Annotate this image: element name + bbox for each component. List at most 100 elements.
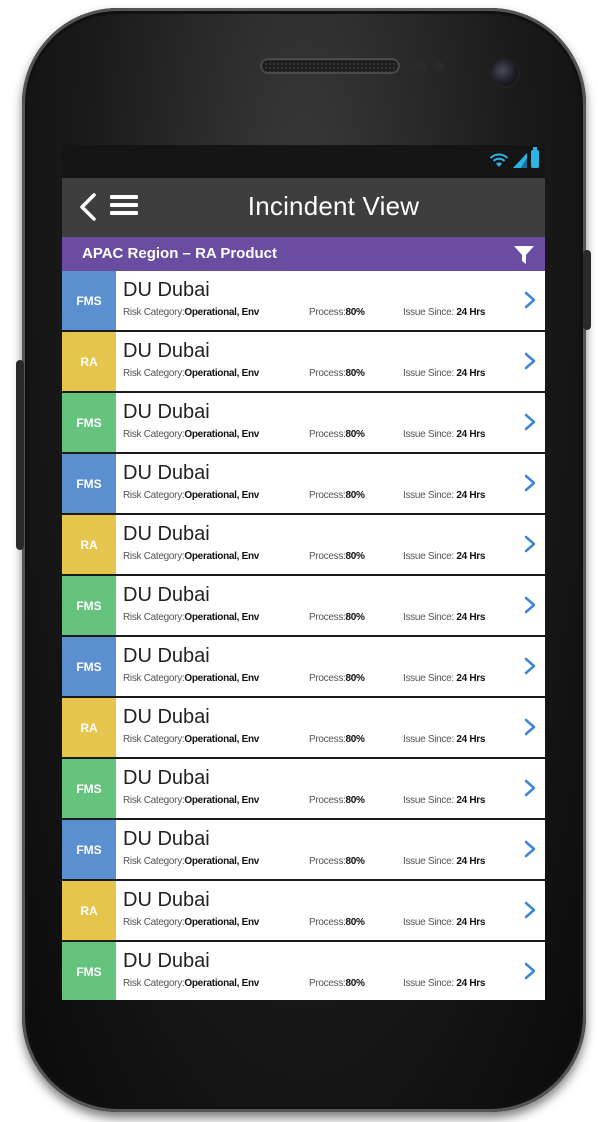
process: Process:80% [309,673,365,684]
category-badge: FMS [62,942,116,1000]
process-value: 80% [345,307,365,318]
filter-button[interactable] [513,245,535,265]
since-value: 24 Hrs [456,673,486,684]
issue-since: Issue Since: 24 Hrs [403,734,485,745]
incident-title: DU Dubai [123,279,210,301]
phone-screen: Incindent View APAC Region – RA Product … [62,145,545,1000]
risk-label: Risk Category: [123,856,185,867]
list-item[interactable]: FMS DU Dubai Risk Category:Operational, … [62,637,545,698]
list-item[interactable]: FMS DU Dubai Risk Category:Operational, … [62,454,545,515]
process-label: Process: [309,490,346,501]
process-value: 80% [345,795,365,806]
since-label: Issue Since: [403,917,454,928]
category-badge: RA [62,332,116,391]
process-label: Process: [309,856,346,867]
process: Process:80% [309,734,365,745]
since-value: 24 Hrs [456,429,486,440]
process: Process:80% [309,307,365,318]
process-label: Process: [309,368,346,379]
light-sensor [434,62,444,70]
risk-category: Risk Category:Operational, Env [123,490,259,501]
category-badge: FMS [62,759,116,818]
volume-button [16,360,24,550]
issue-since: Issue Since: 24 Hrs [403,917,485,928]
risk-value: Operational, Env [184,307,260,318]
risk-category: Risk Category:Operational, Env [123,856,259,867]
category-badge: RA [62,698,116,757]
category-badge: FMS [62,637,116,696]
category-badge: RA [62,881,116,940]
process: Process:80% [309,612,365,623]
list-item[interactable]: RA DU Dubai Risk Category:Operational, E… [62,332,545,393]
list-item[interactable]: FMS DU Dubai Risk Category:Operational, … [62,393,545,454]
list-item[interactable]: FMS DU Dubai Risk Category:Operational, … [62,576,545,637]
category-badge: FMS [62,271,116,330]
list-item[interactable]: FMS DU Dubai Risk Category:Operational, … [62,271,545,332]
incident-title: DU Dubai [123,462,210,484]
risk-label: Risk Category: [123,795,185,806]
process-value: 80% [345,734,365,745]
list-item[interactable]: RA DU Dubai Risk Category:Operational, E… [62,515,545,576]
since-label: Issue Since: [403,368,454,379]
risk-value: Operational, Env [184,551,260,562]
issue-since: Issue Since: 24 Hrs [403,856,485,867]
issue-since: Issue Since: 24 Hrs [403,978,485,989]
front-camera [492,60,518,86]
since-label: Issue Since: [403,856,454,867]
process-value: 80% [345,368,365,379]
issue-since: Issue Since: 24 Hrs [403,307,485,318]
list-item[interactable]: FMS DU Dubai Risk Category:Operational, … [62,942,545,1000]
risk-label: Risk Category: [123,368,185,379]
risk-category: Risk Category:Operational, Env [123,795,259,806]
since-value: 24 Hrs [456,978,486,989]
since-value: 24 Hrs [456,368,486,379]
since-label: Issue Since: [403,795,454,806]
category-badge: FMS [62,393,116,452]
risk-value: Operational, Env [184,734,260,745]
list-item[interactable]: FMS DU Dubai Risk Category:Operational, … [62,759,545,820]
cell-signal-icon [513,153,527,168]
since-value: 24 Hrs [456,917,486,928]
risk-value: Operational, Env [184,978,260,989]
process-label: Process: [309,917,346,928]
since-value: 24 Hrs [456,612,486,623]
issue-since: Issue Since: 24 Hrs [403,490,485,501]
category-badge: FMS [62,576,116,635]
risk-value: Operational, Env [184,368,260,379]
risk-category: Risk Category:Operational, Env [123,429,259,440]
list-item[interactable]: RA DU Dubai Risk Category:Operational, E… [62,698,545,759]
process: Process:80% [309,429,365,440]
incident-title: DU Dubai [123,340,210,362]
process-value: 80% [345,978,365,989]
risk-category: Risk Category:Operational, Env [123,917,259,928]
list-item[interactable]: RA DU Dubai Risk Category:Operational, E… [62,881,545,942]
risk-category: Risk Category:Operational, Env [123,368,259,379]
process-value: 80% [345,490,365,501]
process-label: Process: [309,978,346,989]
incident-title: DU Dubai [123,645,210,667]
category-badge: FMS [62,820,116,879]
status-icons [489,147,539,168]
process-label: Process: [309,673,346,684]
chevron-right-icon [524,962,536,980]
process: Process:80% [309,490,365,501]
process-value: 80% [345,612,365,623]
list-item[interactable]: FMS DU Dubai Risk Category:Operational, … [62,820,545,881]
chevron-right-icon [524,840,536,858]
process-value: 80% [345,429,365,440]
since-label: Issue Since: [403,612,454,623]
chevron-right-icon [524,535,536,553]
process-label: Process: [309,307,346,318]
process: Process:80% [309,978,365,989]
risk-label: Risk Category: [123,429,185,440]
incident-title: DU Dubai [123,523,210,545]
process-value: 80% [345,551,365,562]
process-value: 80% [345,856,365,867]
risk-label: Risk Category: [123,978,185,989]
issue-since: Issue Since: 24 Hrs [403,673,485,684]
chevron-right-icon [524,413,536,431]
issue-since: Issue Since: 24 Hrs [403,429,485,440]
battery-icon [531,147,539,168]
since-label: Issue Since: [403,490,454,501]
incident-title: DU Dubai [123,706,210,728]
